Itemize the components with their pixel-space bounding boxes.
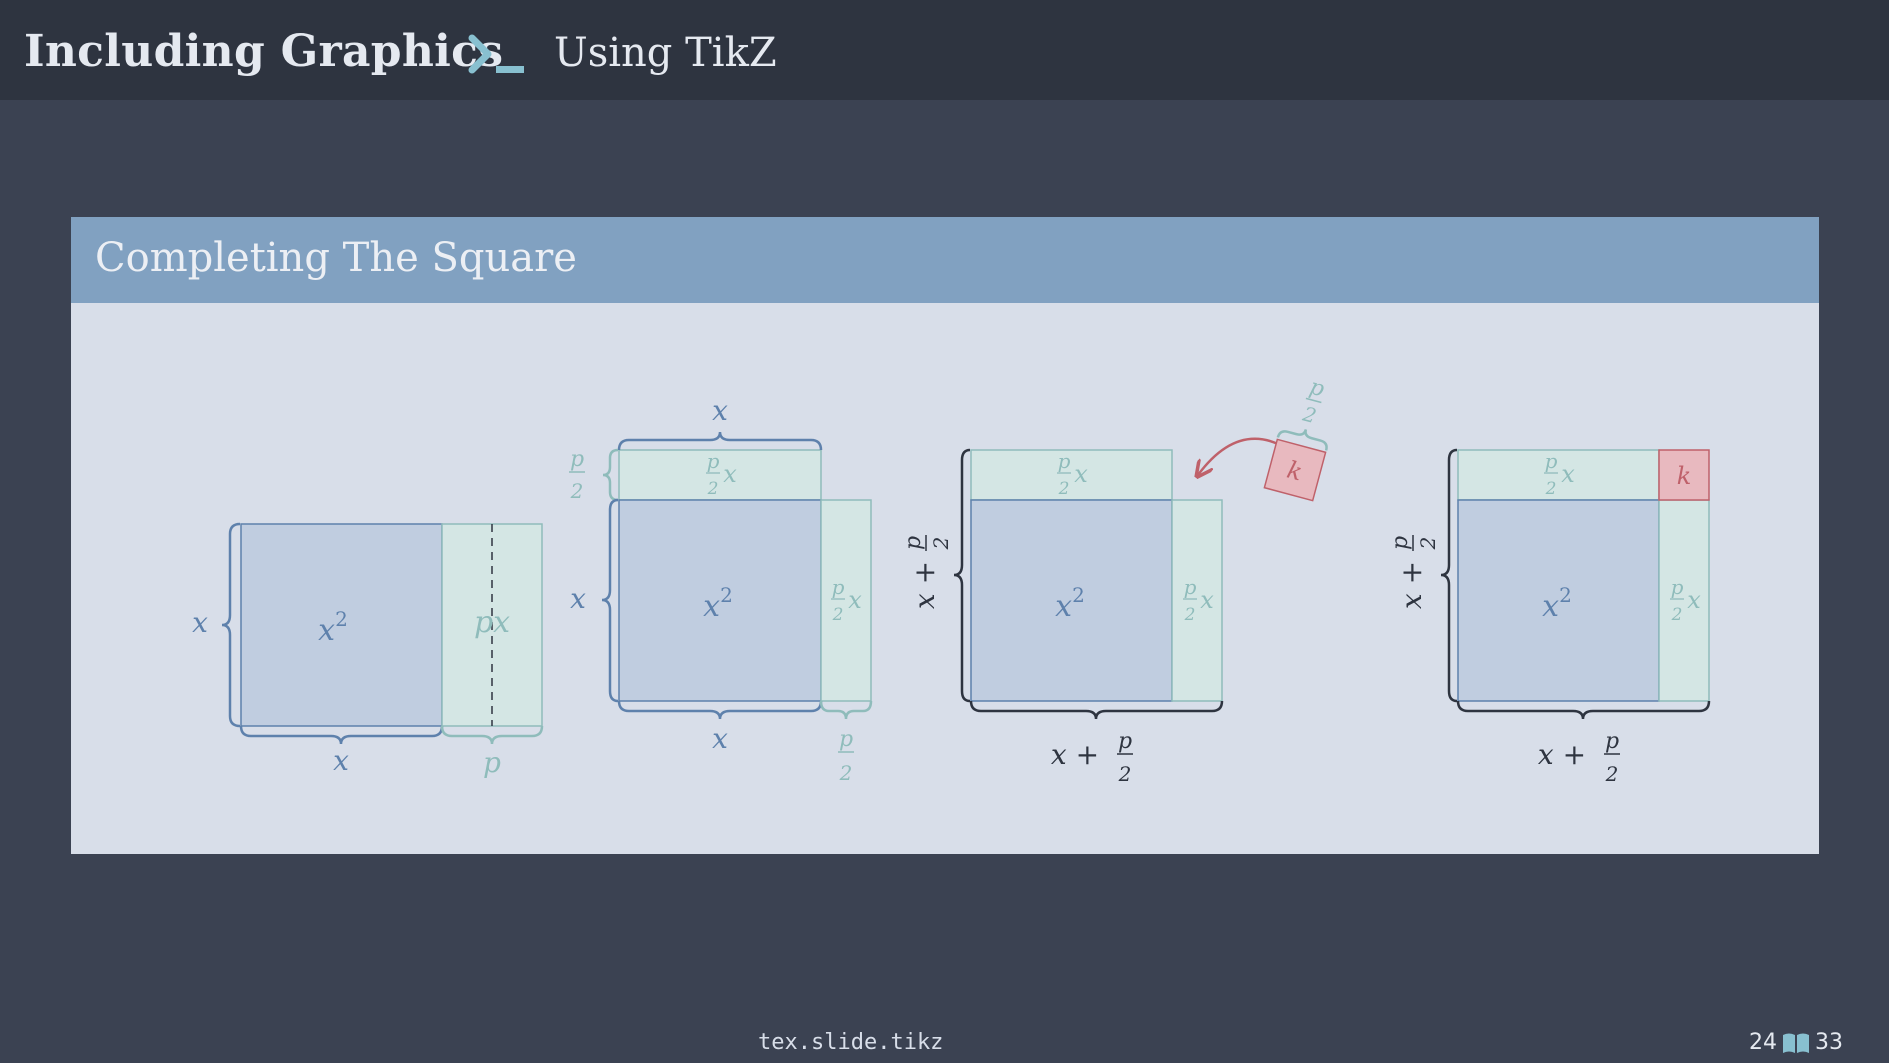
book-icon [1783, 1033, 1809, 1053]
label-x-bottom: x [333, 744, 349, 777]
rect-right-half-px [820, 499, 872, 702]
rect-top-half-px [970, 449, 1173, 501]
page-counter: 24 33 [1749, 1030, 1843, 1055]
label-x-top-px: x [1561, 460, 1575, 488]
frac-half-num-bottom: p [839, 727, 853, 752]
top-brace-x [617, 431, 823, 451]
frac-half-den-left: 2 [570, 479, 584, 503]
frac-half-num: p [1118, 729, 1132, 754]
label-x-left: x [192, 606, 208, 639]
label-x-plus: x + [1395, 561, 1428, 609]
label-k: k [1677, 462, 1692, 490]
frac-half-den: 2 [1118, 762, 1132, 786]
frac-half-num: p [1307, 374, 1327, 402]
footer-source-path: tex.slide.tikz [758, 1030, 944, 1055]
panel-3: p 2 x x2 p 2 x x + p 2 x + p 2 k p 2 [901, 374, 1328, 786]
frac-half-den: 2 [1605, 762, 1619, 786]
panel-2: x p 2 x p 2 x x2 p 2 x x p 2 [569, 394, 873, 785]
frac-half-den: 2 [1300, 401, 1319, 428]
left-brace-half-p [602, 448, 619, 502]
k-square-tilted: k p 2 [1263, 374, 1328, 502]
bottom-brace-x-plus-half-p [1456, 700, 1711, 720]
label-x-plus: x + [1051, 738, 1099, 771]
label-x-left: x [570, 582, 586, 615]
frac-half-den: 2 [1671, 605, 1683, 625]
frac-half-den: 2 [1416, 537, 1440, 551]
frac-half-den: 2 [707, 479, 719, 499]
frac-half-num: p [832, 575, 845, 599]
rect-right-half-px [1658, 499, 1710, 702]
label-x-right-px: x [1687, 586, 1701, 614]
label-p-bottom: p [483, 746, 501, 779]
completing-square-diagram: x x2 px x p x p 2 x p 2 x x2 p 2 x x p 2 [192, 374, 1711, 786]
frac-half-num: p [707, 449, 720, 473]
label-x-right-px: x [1200, 586, 1214, 614]
left-brace-x-plus-half-p [953, 448, 971, 703]
frac-half-den-bottom: 2 [839, 761, 853, 785]
page-current: 24 [1749, 1030, 1777, 1055]
bottom-brace-x-plus-half-p [969, 700, 1224, 720]
rect-top-half-px [1457, 449, 1660, 501]
bottom-brace-x [617, 700, 823, 720]
frac-half-den: 2 [929, 537, 953, 551]
panel-4: k p 2 x x2 p 2 x x + p 2 x + p 2 [1388, 448, 1711, 786]
frac-half-num: p [1388, 536, 1413, 550]
bottom-brace-x [239, 725, 444, 745]
frac-half-num: p [901, 536, 926, 550]
frac-half-den: 2 [1545, 479, 1557, 499]
label-left-rotated: x + p 2 [1388, 535, 1440, 609]
label-x-bottom: x [712, 722, 728, 755]
bottom-brace-half-p [819, 700, 873, 720]
frac-half-num: p [1605, 729, 1619, 754]
label-x-top: x [712, 394, 728, 427]
left-brace-x-plus-half-p [1440, 448, 1458, 703]
frac-half-den: 2 [1058, 479, 1070, 499]
left-brace [221, 522, 241, 728]
label-px: px [474, 605, 510, 640]
move-arrow [1198, 437, 1279, 475]
frac-half-num: p [1545, 449, 1558, 473]
label-x-right-px: x [848, 586, 862, 614]
page-total: 33 [1815, 1030, 1843, 1055]
rect-top-half-px [618, 449, 822, 501]
panel-1: x x2 px x p [192, 522, 544, 779]
frac-half-num: p [1184, 575, 1197, 599]
frac-half-den: 2 [832, 605, 844, 625]
frac-half-num-left: p [570, 447, 584, 472]
frac-half-den: 2 [1184, 605, 1196, 625]
label-x-top-px: x [723, 460, 737, 488]
label-x-plus: x + [908, 561, 941, 609]
left-brace-x [601, 498, 619, 703]
label-x-plus: x + [1538, 738, 1586, 771]
rect-right-half-px [1171, 499, 1223, 702]
label-left-rotated: x + p 2 [901, 535, 953, 609]
frac-half-num: p [1671, 575, 1684, 599]
frac-half-num: p [1058, 449, 1071, 473]
bottom-brace-p [440, 725, 544, 745]
label-x-top-px: x [1074, 460, 1088, 488]
